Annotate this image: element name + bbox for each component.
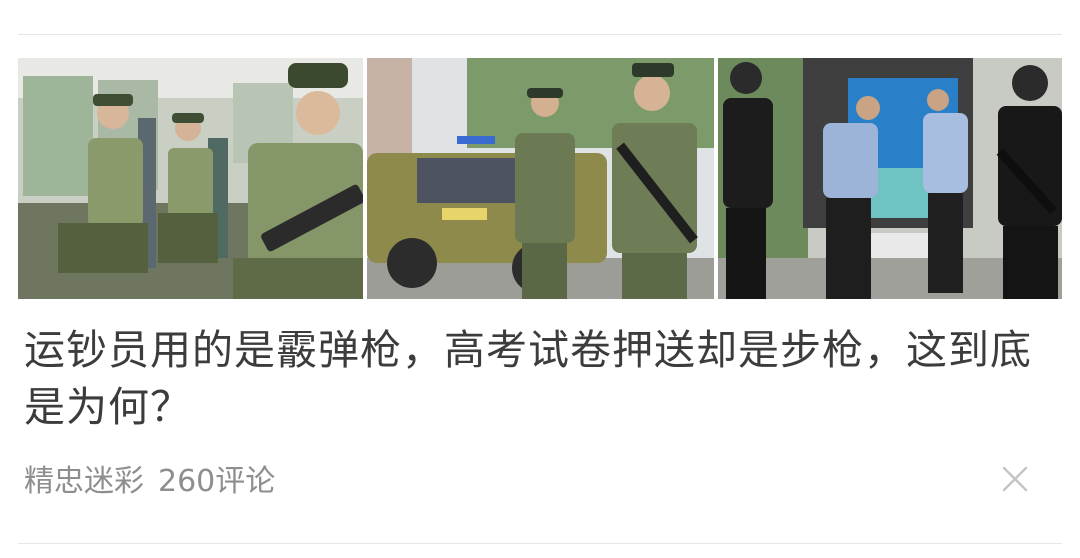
top-divider <box>18 34 1062 35</box>
thumbnail-3[interactable] <box>718 58 1062 299</box>
article-meta: 精忠迷彩 260评论 <box>24 456 275 500</box>
close-icon <box>1002 466 1028 492</box>
image-strip[interactable] <box>18 58 1062 299</box>
source-name[interactable]: 精忠迷彩 <box>24 456 144 500</box>
thumbnail-2[interactable] <box>367 58 714 299</box>
thumbnail-1-image <box>18 58 363 299</box>
dismiss-button[interactable] <box>996 460 1034 498</box>
comment-count[interactable]: 260评论 <box>158 456 275 500</box>
thumbnail-1[interactable] <box>18 58 363 299</box>
thumbnail-2-image <box>367 58 714 299</box>
thumbnail-3-image <box>718 58 1062 299</box>
article-title[interactable]: 运钞员用的是霰弹枪，高考试卷押送却是步枪，这到底是为何？ <box>24 322 1044 436</box>
bottom-divider <box>18 543 1062 544</box>
